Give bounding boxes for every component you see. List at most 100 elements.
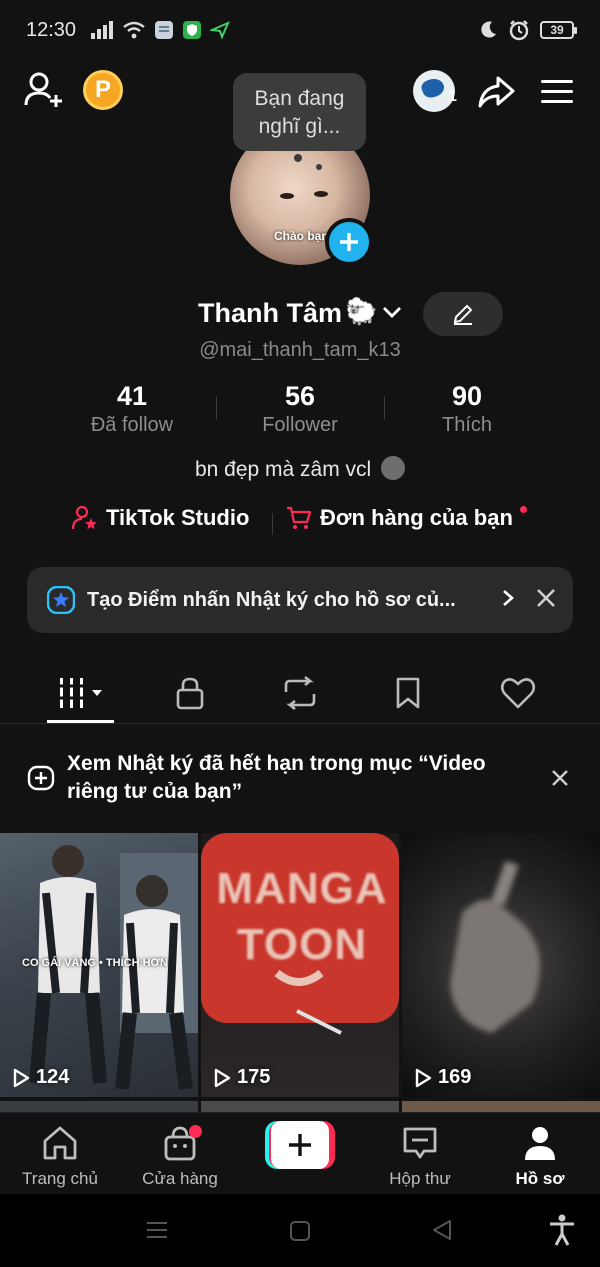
nav-profile[interactable]: Hồ sơ — [480, 1123, 600, 1189]
nav-label: Hồ sơ — [515, 1169, 565, 1188]
highlight-banner[interactable]: Tạo Điểm nhấn Nhật ký cho hồ sơ củ... — [27, 567, 573, 633]
notification-dot — [189, 1125, 202, 1138]
video-thumbnail[interactable]: MANGA TOON 175 — [201, 833, 399, 1097]
nav-home[interactable]: Trang chủ — [0, 1123, 120, 1189]
tiktok-studio-link[interactable]: TikTok Studio — [72, 505, 249, 531]
shield-icon — [182, 20, 202, 40]
play-icon — [415, 1068, 432, 1087]
avatar-caption: Chào bạn — [274, 229, 329, 243]
bubble-tail — [316, 164, 322, 170]
display-name: Thanh Tâm — [198, 298, 343, 328]
coins-button[interactable]: P — [83, 70, 123, 110]
stat-following[interactable]: 41 Đã follow — [52, 380, 212, 438]
content-tabs — [0, 660, 600, 724]
divider — [272, 513, 273, 535]
square-icon — [290, 1221, 310, 1241]
moon-icon — [478, 20, 498, 40]
bottom-navigation: Trang chủ Cửa hàng Hộp thư Hồ sơ — [0, 1112, 600, 1194]
share-profile-button[interactable] — [476, 70, 516, 114]
tab-videos[interactable] — [44, 668, 124, 718]
view-count-value: 124 — [36, 1066, 70, 1088]
home-system-button[interactable] — [289, 1220, 311, 1247]
profile-links: TikTok Studio Đơn hàng của bạn — [0, 505, 600, 539]
close-icon — [537, 588, 555, 607]
diary-icon — [27, 765, 55, 791]
hamburger-icon — [541, 80, 573, 103]
video-overlay-text: CO GÁI VÀNG • THÍCH HƠN — [22, 957, 168, 969]
home-icon — [43, 1126, 77, 1160]
video-grid: CO GÁI VÀNG • THÍCH HƠN 124 MANGA TOON 1… — [0, 833, 600, 1113]
profile-icon — [525, 1127, 555, 1160]
add-story-button[interactable] — [325, 218, 373, 266]
stat-label: Đã follow — [90, 414, 174, 436]
tab-reposts[interactable] — [260, 668, 340, 718]
lock-icon — [176, 677, 204, 710]
back-system-button[interactable] — [430, 1218, 454, 1247]
video-thumbnail[interactable]: 169 — [402, 833, 600, 1097]
back-triangle-icon — [433, 1220, 451, 1240]
stat-likes[interactable]: 90 Thích — [387, 380, 547, 438]
nav-label: Hộp thư — [389, 1169, 451, 1188]
signal-icon — [90, 21, 114, 39]
chevron-right-icon — [501, 588, 515, 613]
view-count: 124 — [12, 1066, 69, 1089]
status-right: 39 — [478, 19, 577, 41]
stat-value: 56 — [284, 381, 316, 411]
view-count: 169 — [414, 1066, 471, 1089]
stat-followers[interactable]: 56 Follower — [220, 380, 380, 438]
status-time: 12:30 — [26, 18, 77, 41]
name-row: Thanh Tâm 🐑 — [0, 292, 600, 336]
add-friend-button[interactable] — [22, 68, 66, 112]
system-navigation-bar — [0, 1194, 600, 1267]
accessibility-button[interactable] — [548, 1214, 576, 1251]
profile-bio: bn đẹp mà zâm vcl — [0, 456, 600, 482]
tab-favorites[interactable] — [368, 668, 448, 718]
create-video-button[interactable] — [265, 1121, 335, 1169]
view-count-value: 169 — [438, 1066, 472, 1088]
inbox-icon — [403, 1127, 437, 1159]
tab-liked[interactable] — [478, 668, 558, 718]
username-handle: @mai_thanh_tam_k13 — [199, 339, 401, 361]
nav-shop[interactable]: Cửa hàng — [120, 1123, 240, 1189]
wifi-icon — [122, 21, 146, 39]
close-banner-button[interactable] — [535, 587, 557, 614]
tab-private[interactable] — [150, 668, 230, 718]
menu-button[interactable] — [538, 70, 576, 114]
share-icon — [478, 76, 515, 108]
orders-link[interactable]: Đơn hàng của bạn — [286, 505, 513, 531]
smile-emoji-icon — [381, 456, 406, 480]
notification-dot — [520, 506, 527, 513]
bookmark-icon — [396, 677, 420, 709]
edit-profile-button[interactable] — [423, 292, 503, 336]
thumbnail-image — [450, 860, 540, 1033]
nav-inbox[interactable]: Hộp thư — [360, 1123, 480, 1189]
nav-label: Trang chủ — [22, 1169, 98, 1188]
expired-diary-notice[interactable]: Xem Nhật ký đã hết hạn trong mục “Video … — [0, 740, 600, 830]
plus-icon — [340, 233, 358, 251]
divider — [384, 396, 385, 420]
stat-value: 90 — [451, 381, 483, 411]
grid-icon — [60, 678, 102, 708]
link-label: Đơn hàng của bạn — [320, 505, 513, 530]
creator-star-icon — [72, 505, 97, 530]
chevron-down-icon[interactable] — [380, 302, 404, 327]
close-notice-button[interactable] — [551, 769, 569, 792]
navigation-icon — [210, 20, 230, 40]
stat-label: Thích — [441, 414, 493, 436]
heart-icon — [500, 678, 536, 709]
video-thumbnail[interactable]: CO GÁI VÀNG • THÍCH HƠN 124 — [0, 833, 198, 1097]
play-icon — [13, 1068, 30, 1087]
cart-icon — [287, 506, 312, 529]
profile-stats: 41 Đã follow 56 Follower 90 Thích — [0, 380, 600, 440]
accessibility-icon — [550, 1214, 574, 1246]
bubble-tail — [294, 154, 302, 162]
name-emoji: 🐑 — [345, 296, 378, 326]
divider — [216, 396, 217, 420]
recent-apps-button[interactable] — [145, 1220, 169, 1245]
notice-text: Xem Nhật ký đã hết hạn trong mục “Video … — [67, 752, 486, 803]
menu-lines-icon — [147, 1222, 167, 1238]
thought-bubble[interactable]: Bạn đang nghĩ gì... — [233, 73, 366, 151]
account-count: 1 — [448, 88, 457, 105]
plus-icon — [289, 1134, 311, 1156]
repost-icon — [284, 676, 316, 710]
